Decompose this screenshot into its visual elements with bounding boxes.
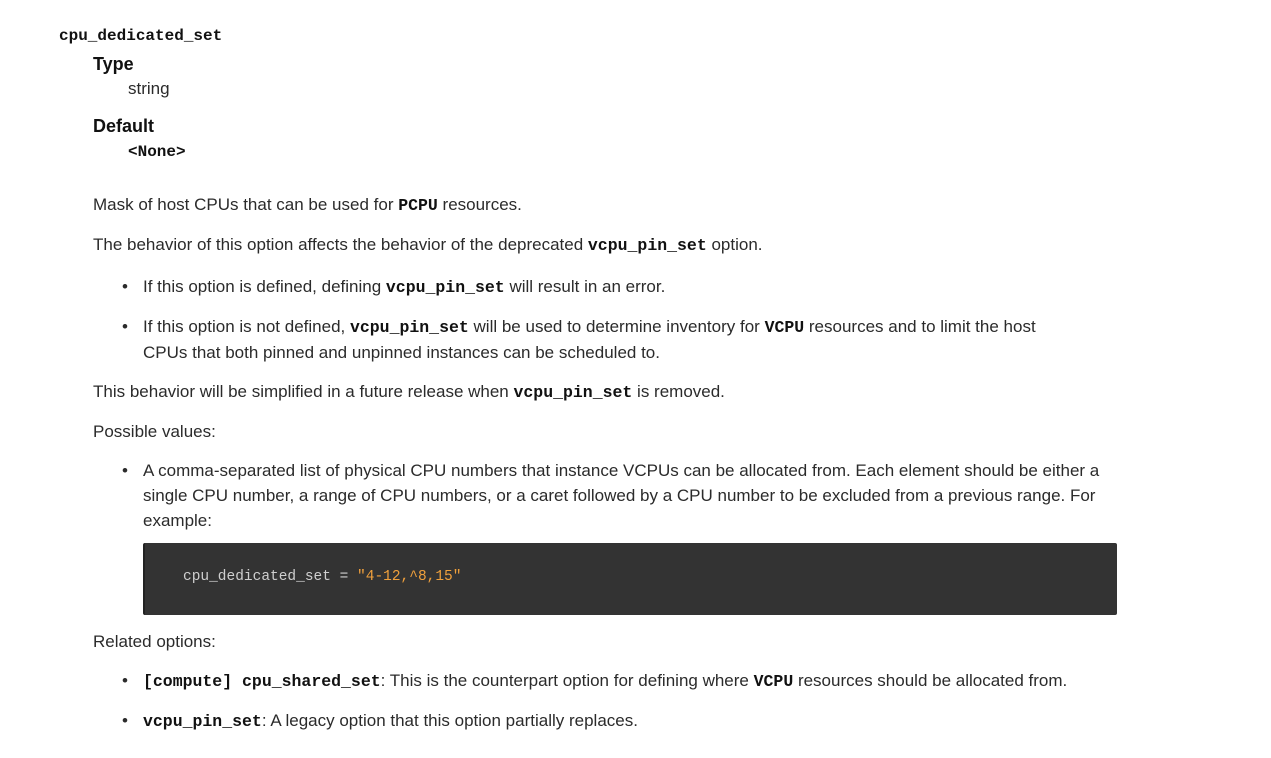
inline-code: vcpu_pin_set <box>587 236 707 255</box>
default-label: Default <box>93 116 155 136</box>
inline-code: PCPU <box>398 196 438 215</box>
possible-values-label: Possible values: <box>93 422 216 441</box>
bullet-icon: • <box>122 317 128 336</box>
list-item: • vcpu_pin_set: A legacy option that thi… <box>122 708 638 734</box>
list-item: • If this option is not defined, vcpu_pi… <box>122 314 1036 365</box>
bullet-icon: • <box>122 711 128 730</box>
simplification-paragraph: This behavior will be simplified in a fu… <box>93 382 725 402</box>
list-item: • If this option is defined, defining vc… <box>122 274 665 300</box>
list-item: • A comma-separated list of physical CPU… <box>122 458 1099 533</box>
type-value: string <box>128 79 170 98</box>
deprecation-paragraph: The behavior of this option affects the … <box>93 235 763 255</box>
default-value: <None> <box>128 143 186 161</box>
type-label: Type <box>93 54 134 74</box>
inline-code: [compute] cpu_shared_set <box>143 672 381 691</box>
code-string: "4-12,^8,15" <box>357 569 462 585</box>
related-options-label: Related options: <box>93 632 216 651</box>
bullet-icon: • <box>122 461 128 480</box>
code-line: cpu_dedicated_set = "4-12,^8,15" <box>183 569 462 585</box>
bullet-icon: • <box>122 277 128 296</box>
inline-code: vcpu_pin_set <box>143 712 262 731</box>
description-paragraph: Mask of host CPUs that can be used for P… <box>93 195 522 215</box>
list-item: • [compute] cpu_shared_set: This is the … <box>122 668 1067 694</box>
code-block: cpu_dedicated_set = "4-12,^8,15" <box>143 543 1117 615</box>
option-name: cpu_dedicated_set <box>59 27 223 45</box>
bullet-icon: • <box>122 671 128 690</box>
